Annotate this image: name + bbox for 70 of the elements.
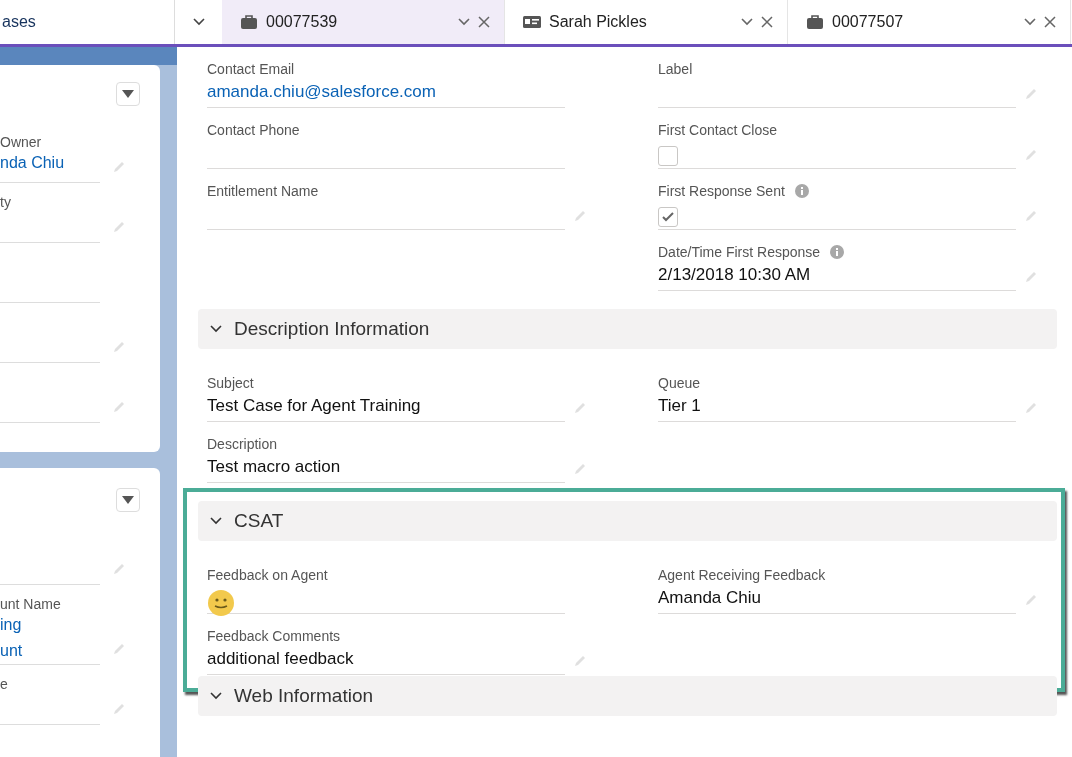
field-value-link[interactable]: amanda.chiu@salesforce.com bbox=[207, 82, 565, 102]
field-value: Amanda Chiu bbox=[658, 588, 762, 608]
field-value-link[interactable]: nda Chiu bbox=[0, 150, 100, 176]
field-label: Label bbox=[658, 61, 693, 77]
field-value-link[interactable]: ing unt bbox=[0, 612, 100, 664]
info-icon[interactable] bbox=[794, 184, 809, 198]
workspace-tab[interactable]: 00077539 bbox=[222, 0, 505, 44]
pencil-icon[interactable] bbox=[573, 401, 587, 415]
pencil-icon[interactable] bbox=[1024, 270, 1038, 284]
pencil-icon[interactable] bbox=[112, 400, 126, 414]
close-icon[interactable] bbox=[1044, 16, 1056, 28]
pencil-icon[interactable] bbox=[112, 160, 126, 174]
pencil-icon[interactable] bbox=[1024, 148, 1038, 162]
close-icon[interactable] bbox=[478, 16, 490, 28]
chevron-down-icon bbox=[741, 18, 753, 26]
caret-down-icon bbox=[122, 90, 134, 98]
checkbox[interactable] bbox=[658, 146, 678, 166]
chevron-down-icon bbox=[210, 692, 222, 700]
chevron-down-icon bbox=[192, 18, 205, 26]
field-label: ty bbox=[0, 194, 12, 210]
pencil-icon[interactable] bbox=[573, 209, 587, 223]
field-label: Feedback on Agent bbox=[207, 567, 328, 583]
pencil-icon[interactable] bbox=[1024, 87, 1038, 101]
section-header[interactable]: Description Information bbox=[198, 309, 1057, 349]
dropdown-button[interactable] bbox=[116, 82, 140, 106]
field-label: Feedback Comments bbox=[207, 628, 341, 644]
field-label: Subject bbox=[207, 375, 254, 391]
contact-card-icon bbox=[523, 15, 541, 29]
field-label: unt Name bbox=[0, 596, 62, 612]
field-value: Test macro action bbox=[207, 457, 342, 477]
pencil-icon[interactable] bbox=[112, 220, 126, 234]
field-label: Queue bbox=[658, 375, 701, 391]
chevron-down-icon bbox=[458, 18, 470, 26]
field-label: Contact Phone bbox=[207, 122, 300, 138]
pencil-icon[interactable] bbox=[1024, 209, 1038, 223]
close-icon[interactable] bbox=[761, 16, 773, 28]
dropdown-button[interactable] bbox=[116, 488, 140, 512]
field-value: additional feedback bbox=[207, 649, 355, 669]
section-header[interactable]: Web Information bbox=[198, 676, 1057, 716]
briefcase-icon bbox=[240, 14, 258, 30]
field-value: Test Case for Agent Training bbox=[207, 396, 422, 416]
pencil-icon[interactable] bbox=[112, 702, 126, 716]
smiley-icon bbox=[207, 589, 235, 617]
app-nav-label[interactable]: ases bbox=[2, 13, 36, 31]
chevron-down-icon bbox=[210, 517, 222, 525]
pencil-icon[interactable] bbox=[1024, 593, 1038, 607]
pencil-icon[interactable] bbox=[573, 654, 587, 668]
pencil-icon[interactable] bbox=[112, 562, 126, 576]
field-label: First Response Sent bbox=[658, 183, 785, 199]
briefcase-icon bbox=[806, 14, 824, 30]
chevron-down-icon bbox=[210, 325, 222, 333]
field-value: 2/13/2018 10:30 AM bbox=[658, 265, 812, 285]
caret-down-icon bbox=[122, 496, 134, 504]
pencil-icon[interactable] bbox=[112, 340, 126, 354]
field-label: Entitlement Name bbox=[207, 183, 319, 199]
field-label: First Contact Close bbox=[658, 122, 778, 138]
field-label: Contact Email bbox=[207, 61, 295, 77]
field-label: Owner bbox=[0, 134, 43, 150]
field-value: Tier 1 bbox=[658, 396, 702, 416]
field-label: Description bbox=[207, 436, 278, 452]
pencil-icon[interactable] bbox=[112, 642, 126, 656]
pencil-icon[interactable] bbox=[1024, 401, 1038, 415]
section-header[interactable]: CSAT bbox=[198, 501, 1057, 541]
info-icon[interactable] bbox=[830, 245, 845, 259]
pencil-icon[interactable] bbox=[573, 462, 587, 476]
field-label: e bbox=[0, 676, 9, 692]
field-label: Agent Receiving Feedback bbox=[658, 567, 826, 583]
chevron-down-icon bbox=[1024, 18, 1036, 26]
field-label: Date/Time First Response bbox=[658, 244, 821, 260]
checkbox[interactable] bbox=[658, 207, 678, 227]
